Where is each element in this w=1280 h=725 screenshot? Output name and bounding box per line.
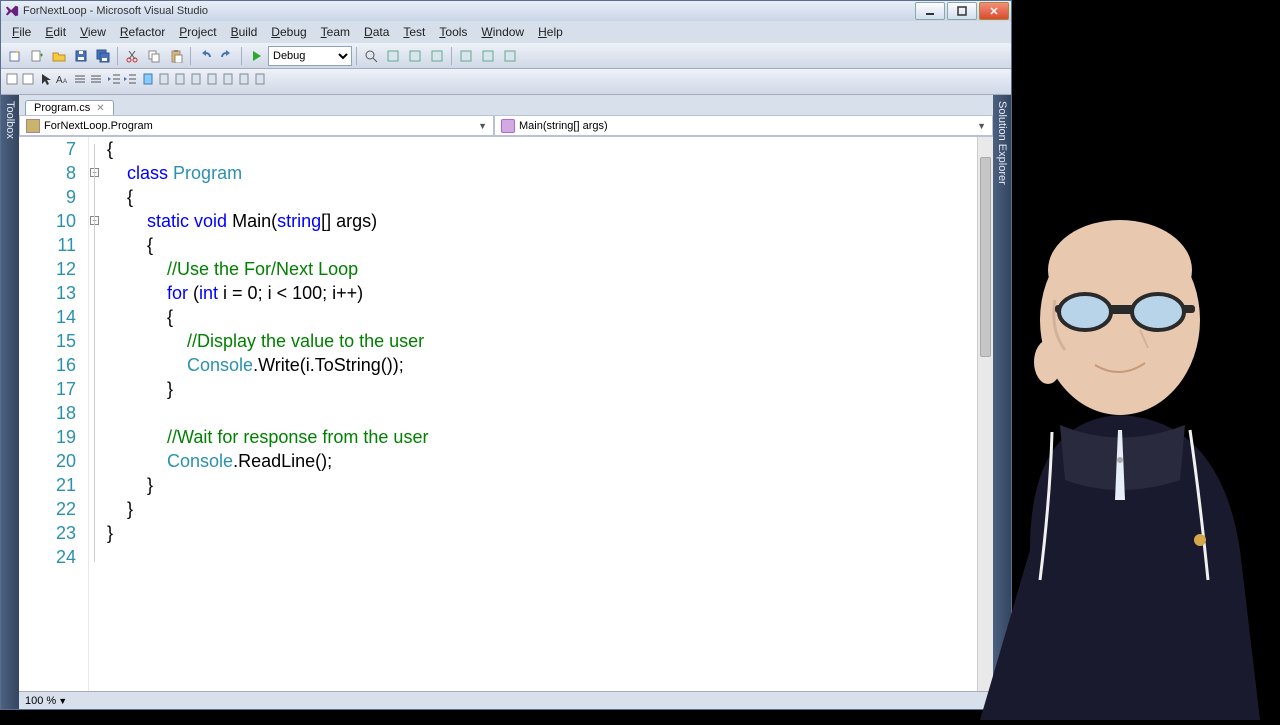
toolbar-btn-f[interactable] [500, 46, 520, 66]
config-select[interactable]: Debug [268, 46, 352, 66]
svg-text:A: A [63, 79, 67, 85]
class-combo[interactable]: ForNextLoop.Program ▼ [19, 115, 494, 136]
vertical-scrollbar[interactable] [977, 137, 993, 691]
minimize-button[interactable] [915, 2, 945, 20]
toolbar-btn-e[interactable] [478, 46, 498, 66]
menu-file[interactable]: File [5, 23, 38, 41]
code-area[interactable]: 789101112131415161718192021222324 −− { c… [19, 137, 993, 691]
menu-window[interactable]: Window [474, 23, 531, 41]
vs-icon [5, 4, 19, 18]
menu-build[interactable]: Build [224, 23, 265, 41]
maximize-button[interactable] [947, 2, 977, 20]
start-debug-button[interactable] [246, 46, 266, 66]
menu-help[interactable]: Help [531, 23, 570, 41]
menubar: FileEditViewRefactorProjectBuildDebugTea… [1, 21, 1011, 43]
font-size-button[interactable]: AA [55, 72, 69, 91]
menu-tools[interactable]: Tools [432, 23, 474, 41]
new-project-button[interactable] [5, 46, 25, 66]
method-combo-label: Main(string[] args) [519, 120, 608, 132]
scrollbar-thumb[interactable] [980, 157, 991, 357]
toolbar-standard: Debug [1, 43, 1011, 69]
toolbar-btn-d[interactable] [456, 46, 476, 66]
bookmark-button[interactable] [141, 72, 155, 91]
class-combo-label: ForNextLoop.Program [44, 120, 153, 132]
toolbar2-btn-d[interactable] [205, 72, 219, 91]
copy-button[interactable] [144, 46, 164, 66]
zoom-level[interactable]: 100 % [25, 695, 56, 707]
menu-view[interactable]: View [73, 23, 113, 41]
toolbar2-btn-b[interactable] [173, 72, 187, 91]
paste-button[interactable] [166, 46, 186, 66]
menu-debug[interactable]: Debug [264, 23, 313, 41]
toolbar-btn-a[interactable] [383, 46, 403, 66]
toolbar2-btn-g[interactable] [253, 72, 267, 91]
uncomment-button[interactable] [89, 72, 103, 91]
menu-edit[interactable]: Edit [38, 23, 73, 41]
toolbar-btn-b[interactable] [405, 46, 425, 66]
statusbar: 100 % ▼ [19, 691, 993, 709]
class-icon [26, 119, 40, 133]
open-button[interactable] [49, 46, 69, 66]
line-number-gutter: 789101112131415161718192021222324 [19, 137, 89, 691]
cursor-button[interactable] [39, 72, 53, 91]
window-title: ForNextLoop - Microsoft Visual Studio [23, 5, 208, 17]
outlining-margin[interactable]: −− [89, 137, 103, 691]
method-combo[interactable]: Main(string[] args) ▼ [494, 115, 993, 136]
toolbar-btn-c[interactable] [427, 46, 447, 66]
decrease-indent-button[interactable] [107, 72, 121, 91]
display-object-button[interactable] [5, 72, 19, 91]
tab-program-cs[interactable]: Program.cs ✕ [25, 100, 114, 115]
editor: Program.cs ✕ ForNextLoop.Program ▼ Main(… [19, 95, 993, 709]
tab-label: Program.cs [34, 102, 90, 114]
chevron-down-icon: ▼ [977, 121, 986, 131]
document-tabs: Program.cs ✕ [19, 95, 993, 115]
cut-button[interactable] [122, 46, 142, 66]
toolbar2-btn-f[interactable] [237, 72, 251, 91]
close-button[interactable] [979, 2, 1009, 20]
toolbar2-btn-c[interactable] [189, 72, 203, 91]
undo-button[interactable] [195, 46, 215, 66]
menu-test[interactable]: Test [396, 23, 432, 41]
main-area: Toolbox Program.cs ✕ ForNextLoop.Program… [1, 95, 1011, 709]
display-selection-button[interactable] [21, 72, 35, 91]
method-icon [501, 119, 515, 133]
svg-text:A: A [56, 75, 63, 86]
menu-team[interactable]: Team [314, 23, 357, 41]
add-item-button[interactable] [27, 46, 47, 66]
zoom-dropdown-icon[interactable]: ▼ [58, 696, 67, 706]
vs-window: ForNextLoop - Microsoft Visual Studio Fi… [0, 0, 1012, 710]
menu-refactor[interactable]: Refactor [113, 23, 172, 41]
toolbar2-btn-e[interactable] [221, 72, 235, 91]
window-controls [915, 2, 1011, 20]
increase-indent-button[interactable] [123, 72, 137, 91]
toolbar2-btn-a[interactable] [157, 72, 171, 91]
save-all-button[interactable] [93, 46, 113, 66]
solution-explorer-rail[interactable]: Solution Explorer [993, 95, 1011, 709]
comment-button[interactable] [73, 72, 87, 91]
toolbox-rail[interactable]: Toolbox [1, 95, 19, 709]
redo-button[interactable] [217, 46, 237, 66]
chevron-down-icon: ▼ [478, 121, 487, 131]
toolbar-text-editor: AA [1, 69, 1011, 95]
titlebar: ForNextLoop - Microsoft Visual Studio [1, 1, 1011, 21]
menu-project[interactable]: Project [172, 23, 223, 41]
menu-data[interactable]: Data [357, 23, 396, 41]
find-button[interactable] [361, 46, 381, 66]
tab-close-icon[interactable]: ✕ [96, 103, 104, 114]
save-button[interactable] [71, 46, 91, 66]
code-text[interactable]: { class Program { static void Main(strin… [103, 137, 977, 691]
nav-combos: ForNextLoop.Program ▼ Main(string[] args… [19, 115, 993, 137]
